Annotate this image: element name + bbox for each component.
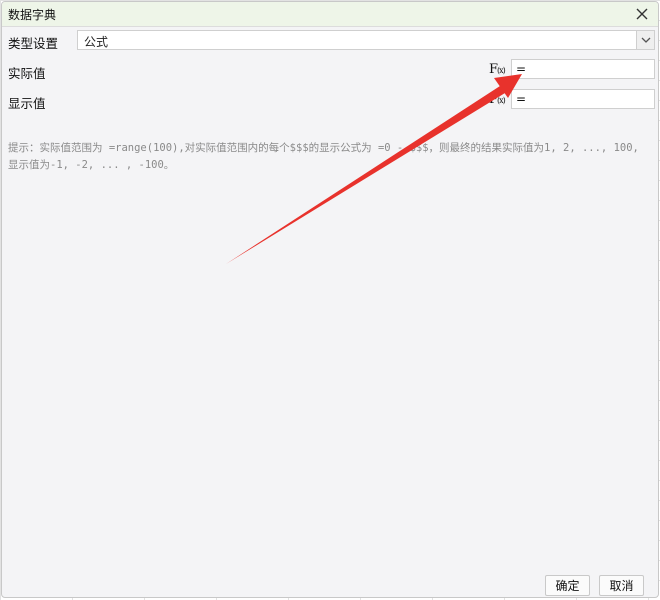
display-value-formula-icon[interactable]: F(x) bbox=[489, 92, 506, 107]
dropdown-button[interactable] bbox=[636, 31, 654, 49]
type-select[interactable]: 公式 bbox=[77, 30, 655, 50]
actual-value-label: 实际值 bbox=[8, 66, 46, 81]
fx-sub: (x) bbox=[497, 66, 506, 75]
ok-button[interactable]: 确定 bbox=[545, 575, 590, 596]
actual-value-input[interactable] bbox=[511, 59, 655, 79]
dialog-title: 数据字典 bbox=[8, 8, 57, 22]
cancel-button[interactable]: 取消 bbox=[599, 575, 644, 596]
chevron-down-icon bbox=[641, 37, 650, 43]
actual-value-formula-icon[interactable]: F(x) bbox=[489, 62, 506, 77]
display-value-label: 显示值 bbox=[8, 96, 46, 111]
display-value-input[interactable] bbox=[511, 89, 655, 109]
hint-text: 提示：实际值范围为 =range(100),对实际值范围内的每个$$$的显示公式… bbox=[8, 142, 639, 171]
fx-letter: F bbox=[489, 62, 498, 77]
data-dictionary-dialog: 数据字典 类型设置 公式 实际值 F(x) 显示值 F(x) 提示：实际值范围为… bbox=[1, 1, 659, 598]
fx-sub: (x) bbox=[497, 96, 506, 105]
dialog-titlebar: 数据字典 bbox=[2, 2, 658, 27]
type-setting-label: 类型设置 bbox=[8, 36, 59, 51]
fx-letter: F bbox=[489, 92, 498, 107]
close-button[interactable] bbox=[632, 4, 652, 24]
close-icon bbox=[636, 8, 648, 20]
type-select-value: 公式 bbox=[84, 35, 109, 49]
